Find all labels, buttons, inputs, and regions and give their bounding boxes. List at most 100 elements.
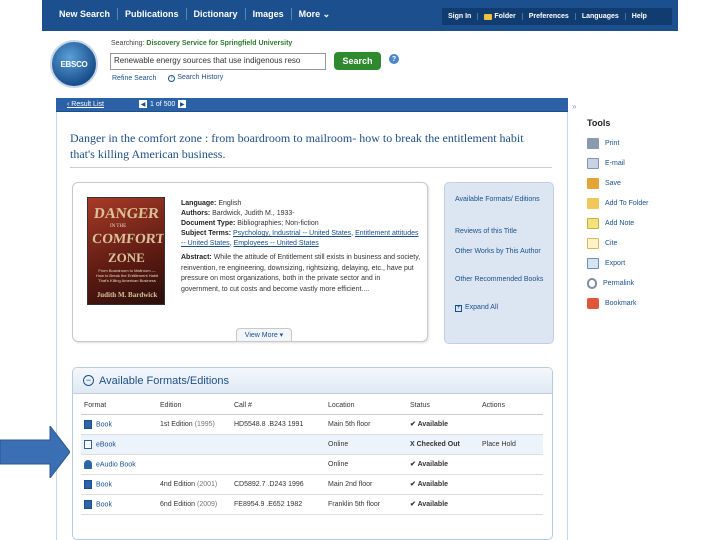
note-icon	[587, 218, 599, 229]
formats-editions-link[interactable]: Available Formats/ Editions	[455, 195, 547, 205]
language-row: Language: English	[181, 199, 421, 209]
table-row: eAudio Book Online ✔ Available	[81, 454, 543, 475]
collapse-tools-icon[interactable]: »	[572, 102, 576, 111]
nav-publications[interactable]: Publications	[118, 8, 187, 20]
reviews-link[interactable]: Reviews of this Title	[455, 227, 547, 237]
cover-line-1: DANGER	[93, 206, 160, 222]
result-list-link[interactable]: ‹ Result List	[67, 101, 104, 108]
nav-new-search[interactable]: New Search	[52, 8, 119, 20]
top-navigation-bar: New Search Publications Dictionary Image…	[42, 0, 678, 31]
tool-add-note-label: Add Note	[605, 220, 635, 227]
table-row: Book 1st Edition (1995) HD5548.8 .B243 1…	[81, 414, 543, 435]
action-cell	[479, 414, 543, 435]
help-icon[interactable]: ?	[389, 54, 399, 64]
cite-icon	[587, 238, 599, 249]
search-input[interactable]: Renewable energy sources that use indige…	[110, 53, 326, 70]
previous-result-button[interactable]: ◀	[139, 100, 147, 108]
expand-all-link[interactable]: + Expand All	[455, 303, 547, 313]
tool-bookmark[interactable]: Bookmark	[587, 298, 637, 309]
tools-title: Tools	[587, 118, 611, 128]
status-label: Available	[417, 461, 449, 468]
nav-dictionary[interactable]: Dictionary	[187, 8, 246, 20]
nav-folder[interactable]: Folder	[478, 13, 523, 20]
tool-permalink[interactable]: Permalink	[587, 278, 634, 289]
nav-more[interactable]: More ⌄	[292, 8, 338, 20]
next-result-button[interactable]: ▶	[178, 100, 187, 108]
tool-print[interactable]: Print	[587, 138, 619, 149]
doctype-value: Bibliographies; Non-fiction	[237, 220, 319, 227]
nav-languages[interactable]: Languages	[576, 13, 626, 20]
tool-save-label: Save	[605, 180, 621, 187]
result-counter: 1 of 500	[150, 100, 176, 108]
book-icon	[84, 419, 92, 429]
envelope-icon	[587, 158, 599, 169]
searching-label: Searching: Discovery Service for Springf…	[111, 40, 292, 47]
book-icon	[84, 499, 92, 509]
status-cell: X Checked Out	[407, 434, 479, 455]
location-cell: Online	[325, 454, 407, 475]
edition-year: (2009)	[196, 500, 218, 508]
abstract-row: Abstract: While the attitude of Entitlem…	[181, 253, 421, 295]
main-nav: New Search Publications Dictionary Image…	[52, 8, 337, 20]
format-cell[interactable]: eAudio Book	[81, 454, 157, 475]
place-hold-link[interactable]: Place Hold	[479, 434, 543, 455]
book-icon	[84, 479, 92, 489]
col-call: Call #	[231, 398, 325, 415]
call-number-cell: FE8954.9 .E652 1982	[231, 494, 325, 515]
format-label: Book	[96, 500, 112, 508]
call-number-cell: CD5892.7 .D243 1996	[231, 474, 325, 495]
recommended-books-link[interactable]: Other Recommended Books	[455, 275, 547, 285]
cover-author: Judith M. Bardwick	[96, 291, 158, 299]
nav-folder-label: Folder	[494, 13, 516, 20]
nav-help[interactable]: Help	[626, 13, 653, 20]
status-label: Available	[417, 421, 449, 428]
abstract-label: Abstract:	[181, 254, 212, 261]
col-status: Status	[407, 398, 479, 415]
status-label: Checked Out	[416, 440, 460, 448]
format-cell[interactable]: Book	[81, 494, 157, 515]
language-label: Language:	[181, 200, 217, 207]
searching-prefix: Searching:	[111, 40, 145, 47]
authors-label: Authors:	[181, 210, 211, 217]
result-pager: ◀ 1 of 500 ▶	[139, 100, 187, 108]
callout-arrow-icon	[0, 426, 70, 478]
nav-sign-in[interactable]: Sign In	[442, 13, 479, 20]
ebsco-logo[interactable]: EBSCO	[50, 40, 98, 88]
subject-link-1[interactable]: Psychology, Industrial -- United States	[233, 230, 351, 237]
nav-preferences[interactable]: Preferences	[523, 13, 576, 20]
formats-header[interactable]: − Available Formats/Editions	[73, 368, 552, 394]
format-cell[interactable]: eBook	[81, 434, 157, 455]
edition-year: (1995)	[194, 420, 215, 428]
subject-link-3[interactable]: Employees -- United States	[234, 240, 319, 247]
tool-cite[interactable]: Cite	[587, 238, 617, 249]
nav-images[interactable]: Images	[246, 8, 292, 20]
subjects-row: Subject Terms: Psychology, Industrial --…	[181, 230, 419, 247]
x-icon: X	[410, 440, 415, 448]
search-button[interactable]: Search	[334, 52, 381, 70]
action-cell	[479, 454, 543, 475]
doctype-row: Document Type: Bibliographies; Non-ficti…	[181, 219, 421, 229]
format-label: eAudio Book	[96, 460, 136, 468]
ebook-icon	[84, 439, 92, 449]
folder-icon	[484, 13, 493, 20]
format-label: Book	[96, 420, 112, 428]
result-navigation-bar: ‹ Result List ◀ 1 of 500 ▶	[56, 98, 568, 112]
edition-cell	[157, 454, 231, 475]
expand-all-label: Expand All	[465, 304, 499, 311]
tool-email[interactable]: E-mail	[587, 158, 625, 169]
search-history-link[interactable]: › Search History	[168, 74, 223, 82]
edition-cell: 6nd Edition (2009)	[157, 494, 231, 515]
cover-tagline: From Boardroom to Mailroom — How to Brea…	[95, 268, 159, 283]
tool-save[interactable]: Save	[587, 178, 621, 189]
tool-export[interactable]: Export	[587, 258, 625, 269]
collapse-icon[interactable]: −	[83, 375, 94, 386]
format-cell[interactable]: Book	[81, 414, 157, 435]
col-format: Format	[81, 398, 157, 415]
edition-label: 4nd Edition	[160, 480, 196, 488]
tool-add-to-folder[interactable]: Add To Folder	[587, 198, 648, 209]
tool-add-note[interactable]: Add Note	[587, 218, 634, 229]
view-more-button[interactable]: View More ▾	[236, 328, 292, 341]
other-works-link[interactable]: Other Works by This Author	[455, 247, 547, 257]
refine-search-link[interactable]: Refine Search	[112, 75, 156, 82]
format-cell[interactable]: Book	[81, 474, 157, 495]
